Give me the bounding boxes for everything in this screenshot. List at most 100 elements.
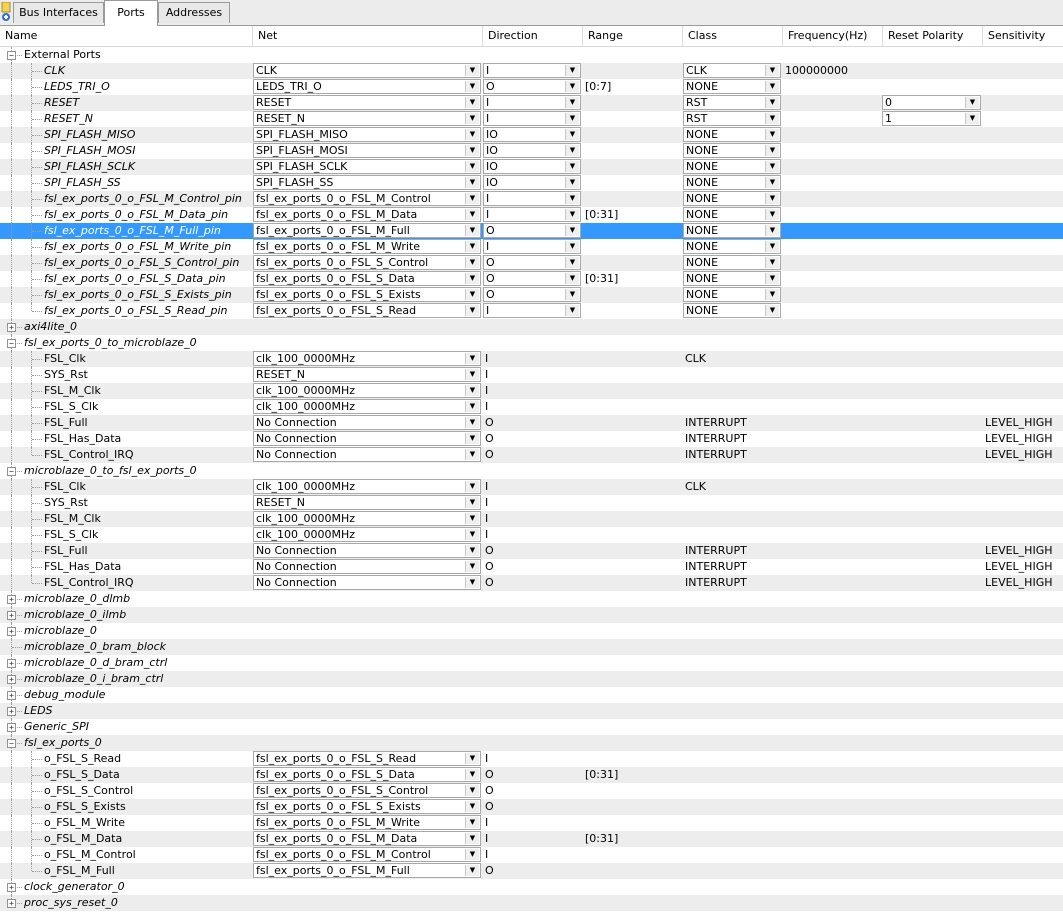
direction-dropdown[interactable]: IO ▼ (483, 159, 581, 174)
port-row[interactable]: FSL_M_Clk clk_100_0000MHz ▼ I (0, 383, 1063, 399)
net-dropdown[interactable]: CLK ▼ (253, 63, 481, 78)
collapse-icon[interactable]: − (7, 51, 16, 60)
net-dropdown[interactable]: SPI_FLASH_MISO ▼ (253, 127, 481, 142)
collapse-icon[interactable]: − (7, 339, 16, 348)
chevron-down-icon[interactable]: ▼ (565, 161, 579, 172)
tab-ports[interactable]: Ports (104, 0, 158, 26)
port-row[interactable]: FSL_S_Clk clk_100_0000MHz ▼ I (0, 527, 1063, 543)
expand-icon[interactable]: + (7, 723, 16, 732)
chevron-down-icon[interactable]: ▼ (565, 193, 579, 204)
chevron-down-icon[interactable]: ▼ (465, 849, 479, 860)
port-row[interactable]: SPI_FLASH_MOSI SPI_FLASH_MOSI ▼ IO ▼ NONE ▼ (0, 143, 1063, 159)
chevron-down-icon[interactable]: ▼ (465, 577, 479, 588)
net-dropdown[interactable]: fsl_ex_ports_0_o_FSL_M_Write ▼ (253, 239, 481, 254)
reset-polarity-dropdown[interactable]: 0 ▼ (882, 95, 981, 110)
tree-group-row[interactable]: + Generic_SPI (0, 719, 1063, 735)
net-dropdown[interactable]: RESET_N ▼ (253, 367, 481, 382)
net-dropdown[interactable]: fsl_ex_ports_0_o_FSL_S_Control ▼ (253, 255, 481, 270)
expand-icon[interactable]: + (7, 659, 16, 668)
class-dropdown[interactable]: NONE ▼ (683, 303, 781, 318)
port-row[interactable]: SYS_Rst RESET_N ▼ I (0, 367, 1063, 383)
net-dropdown[interactable]: SPI_FLASH_SCLK ▼ (253, 159, 481, 174)
chevron-down-icon[interactable]: ▼ (565, 177, 579, 188)
chevron-down-icon[interactable]: ▼ (465, 833, 479, 844)
reset-polarity-dropdown[interactable]: 1 ▼ (882, 111, 981, 126)
tree-group-row[interactable]: − fsl_ex_ports_0_to_microblaze_0 (0, 335, 1063, 351)
tree-group-row[interactable]: + debug_module (0, 687, 1063, 703)
chevron-down-icon[interactable]: ▼ (465, 289, 479, 300)
net-dropdown[interactable]: fsl_ex_ports_0_o_FSL_S_Control ▼ (253, 783, 481, 798)
chevron-down-icon[interactable]: ▼ (765, 193, 779, 204)
tree-group-row[interactable]: + clock_generator_0 (0, 879, 1063, 895)
net-dropdown[interactable]: clk_100_0000MHz ▼ (253, 351, 481, 366)
expand-icon[interactable]: + (7, 323, 16, 332)
chevron-down-icon[interactable]: ▼ (965, 113, 979, 124)
port-row[interactable]: SPI_FLASH_SS SPI_FLASH_SS ▼ IO ▼ NONE ▼ (0, 175, 1063, 191)
chevron-down-icon[interactable]: ▼ (465, 545, 479, 556)
net-dropdown[interactable]: fsl_ex_ports_0_o_FSL_S_Data ▼ (253, 767, 481, 782)
port-row[interactable]: FSL_Full No Connection ▼ O INTERRUPT LEVEL_HI… (0, 415, 1063, 431)
port-row[interactable]: LEDS_TRI_O LEDS_TRI_O ▼ O ▼ [0:7] NONE ▼ (0, 79, 1063, 95)
chevron-down-icon[interactable]: ▼ (765, 209, 779, 220)
chevron-down-icon[interactable]: ▼ (565, 81, 579, 92)
port-row[interactable]: FSL_Has_Data No Connection ▼ O INTERRUPT LEVE… (0, 559, 1063, 575)
expand-icon[interactable]: + (7, 899, 16, 908)
chevron-down-icon[interactable]: ▼ (465, 769, 479, 780)
port-row[interactable]: fsl_ex_ports_0_o_FSL_S_Control_pin fsl_ex… (0, 255, 1063, 271)
class-dropdown[interactable]: NONE ▼ (683, 191, 781, 206)
direction-dropdown[interactable]: I ▼ (483, 191, 581, 206)
net-dropdown[interactable]: fsl_ex_ports_0_o_FSL_M_Control ▼ (253, 847, 481, 862)
net-dropdown[interactable]: No Connection ▼ (253, 447, 481, 462)
net-dropdown[interactable]: clk_100_0000MHz ▼ (253, 399, 481, 414)
direction-dropdown[interactable]: O ▼ (483, 255, 581, 270)
port-row[interactable]: fsl_ex_ports_0_o_FSL_M_Full_pin fsl_ex_po… (0, 223, 1063, 239)
chevron-down-icon[interactable]: ▼ (565, 225, 579, 236)
expand-icon[interactable]: + (7, 707, 16, 716)
chevron-down-icon[interactable]: ▼ (465, 817, 479, 828)
port-row[interactable]: FSL_Has_Data No Connection ▼ O INTERRUPT LEVE… (0, 431, 1063, 447)
net-dropdown[interactable]: clk_100_0000MHz ▼ (253, 511, 481, 526)
tree-group-row[interactable]: microblaze_0_bram_block (0, 639, 1063, 655)
chevron-down-icon[interactable]: ▼ (465, 529, 479, 540)
column-header-range[interactable]: Range (582, 26, 682, 46)
port-row[interactable]: o_FSL_M_Full fsl_ex_ports_0_o_FSL_M_Full ▼… (0, 863, 1063, 879)
column-header-class[interactable]: Class (682, 26, 782, 46)
chevron-down-icon[interactable]: ▼ (765, 81, 779, 92)
port-row[interactable]: fsl_ex_ports_0_o_FSL_M_Data_pin fsl_ex_po… (0, 207, 1063, 223)
net-dropdown[interactable]: fsl_ex_ports_0_o_FSL_S_Exists ▼ (253, 799, 481, 814)
chevron-down-icon[interactable]: ▼ (565, 129, 579, 140)
chevron-down-icon[interactable]: ▼ (465, 177, 479, 188)
class-dropdown[interactable]: NONE ▼ (683, 79, 781, 94)
port-row[interactable]: o_FSL_S_Control fsl_ex_ports_0_o_FSL_S_Co… (0, 783, 1063, 799)
port-row[interactable]: o_FSL_S_Exists fsl_ex_ports_0_o_FSL_S_Exi… (0, 799, 1063, 815)
direction-dropdown[interactable]: O ▼ (483, 223, 581, 238)
tree-group-row[interactable]: + LEDS (0, 703, 1063, 719)
net-dropdown[interactable]: No Connection ▼ (253, 559, 481, 574)
class-dropdown[interactable]: NONE ▼ (683, 127, 781, 142)
tree-group-row[interactable]: − microblaze_0_to_fsl_ex_ports_0 (0, 463, 1063, 479)
chevron-down-icon[interactable]: ▼ (465, 113, 479, 124)
chevron-down-icon[interactable]: ▼ (765, 289, 779, 300)
chevron-down-icon[interactable]: ▼ (565, 305, 579, 316)
chevron-down-icon[interactable]: ▼ (465, 401, 479, 412)
port-row[interactable]: fsl_ex_ports_0_o_FSL_M_Control_pin fsl_ex… (0, 191, 1063, 207)
direction-dropdown[interactable]: I ▼ (483, 207, 581, 222)
class-dropdown[interactable]: NONE ▼ (683, 223, 781, 238)
port-row[interactable]: o_FSL_S_Read fsl_ex_ports_0_o_FSL_S_Read ▼… (0, 751, 1063, 767)
net-dropdown[interactable]: RESET_N ▼ (253, 495, 481, 510)
port-row[interactable]: fsl_ex_ports_0_o_FSL_S_Exists_pin fsl_ex_… (0, 287, 1063, 303)
expand-icon[interactable]: + (7, 595, 16, 604)
port-row[interactable]: FSL_M_Clk clk_100_0000MHz ▼ I (0, 511, 1063, 527)
direction-dropdown[interactable]: I ▼ (483, 111, 581, 126)
chevron-down-icon[interactable]: ▼ (765, 241, 779, 252)
port-row[interactable]: fsl_ex_ports_0_o_FSL_S_Data_pin fsl_ex_po… (0, 271, 1063, 287)
class-dropdown[interactable]: NONE ▼ (683, 175, 781, 190)
column-header-direction[interactable]: Direction (482, 26, 582, 46)
chevron-down-icon[interactable]: ▼ (765, 145, 779, 156)
add-interface-icon[interactable] (1, 2, 13, 22)
expand-icon[interactable]: + (7, 611, 16, 620)
net-dropdown[interactable]: No Connection ▼ (253, 543, 481, 558)
net-dropdown[interactable]: fsl_ex_ports_0_o_FSL_M_Control ▼ (253, 191, 481, 206)
direction-dropdown[interactable]: IO ▼ (483, 143, 581, 158)
chevron-down-icon[interactable]: ▼ (465, 193, 479, 204)
